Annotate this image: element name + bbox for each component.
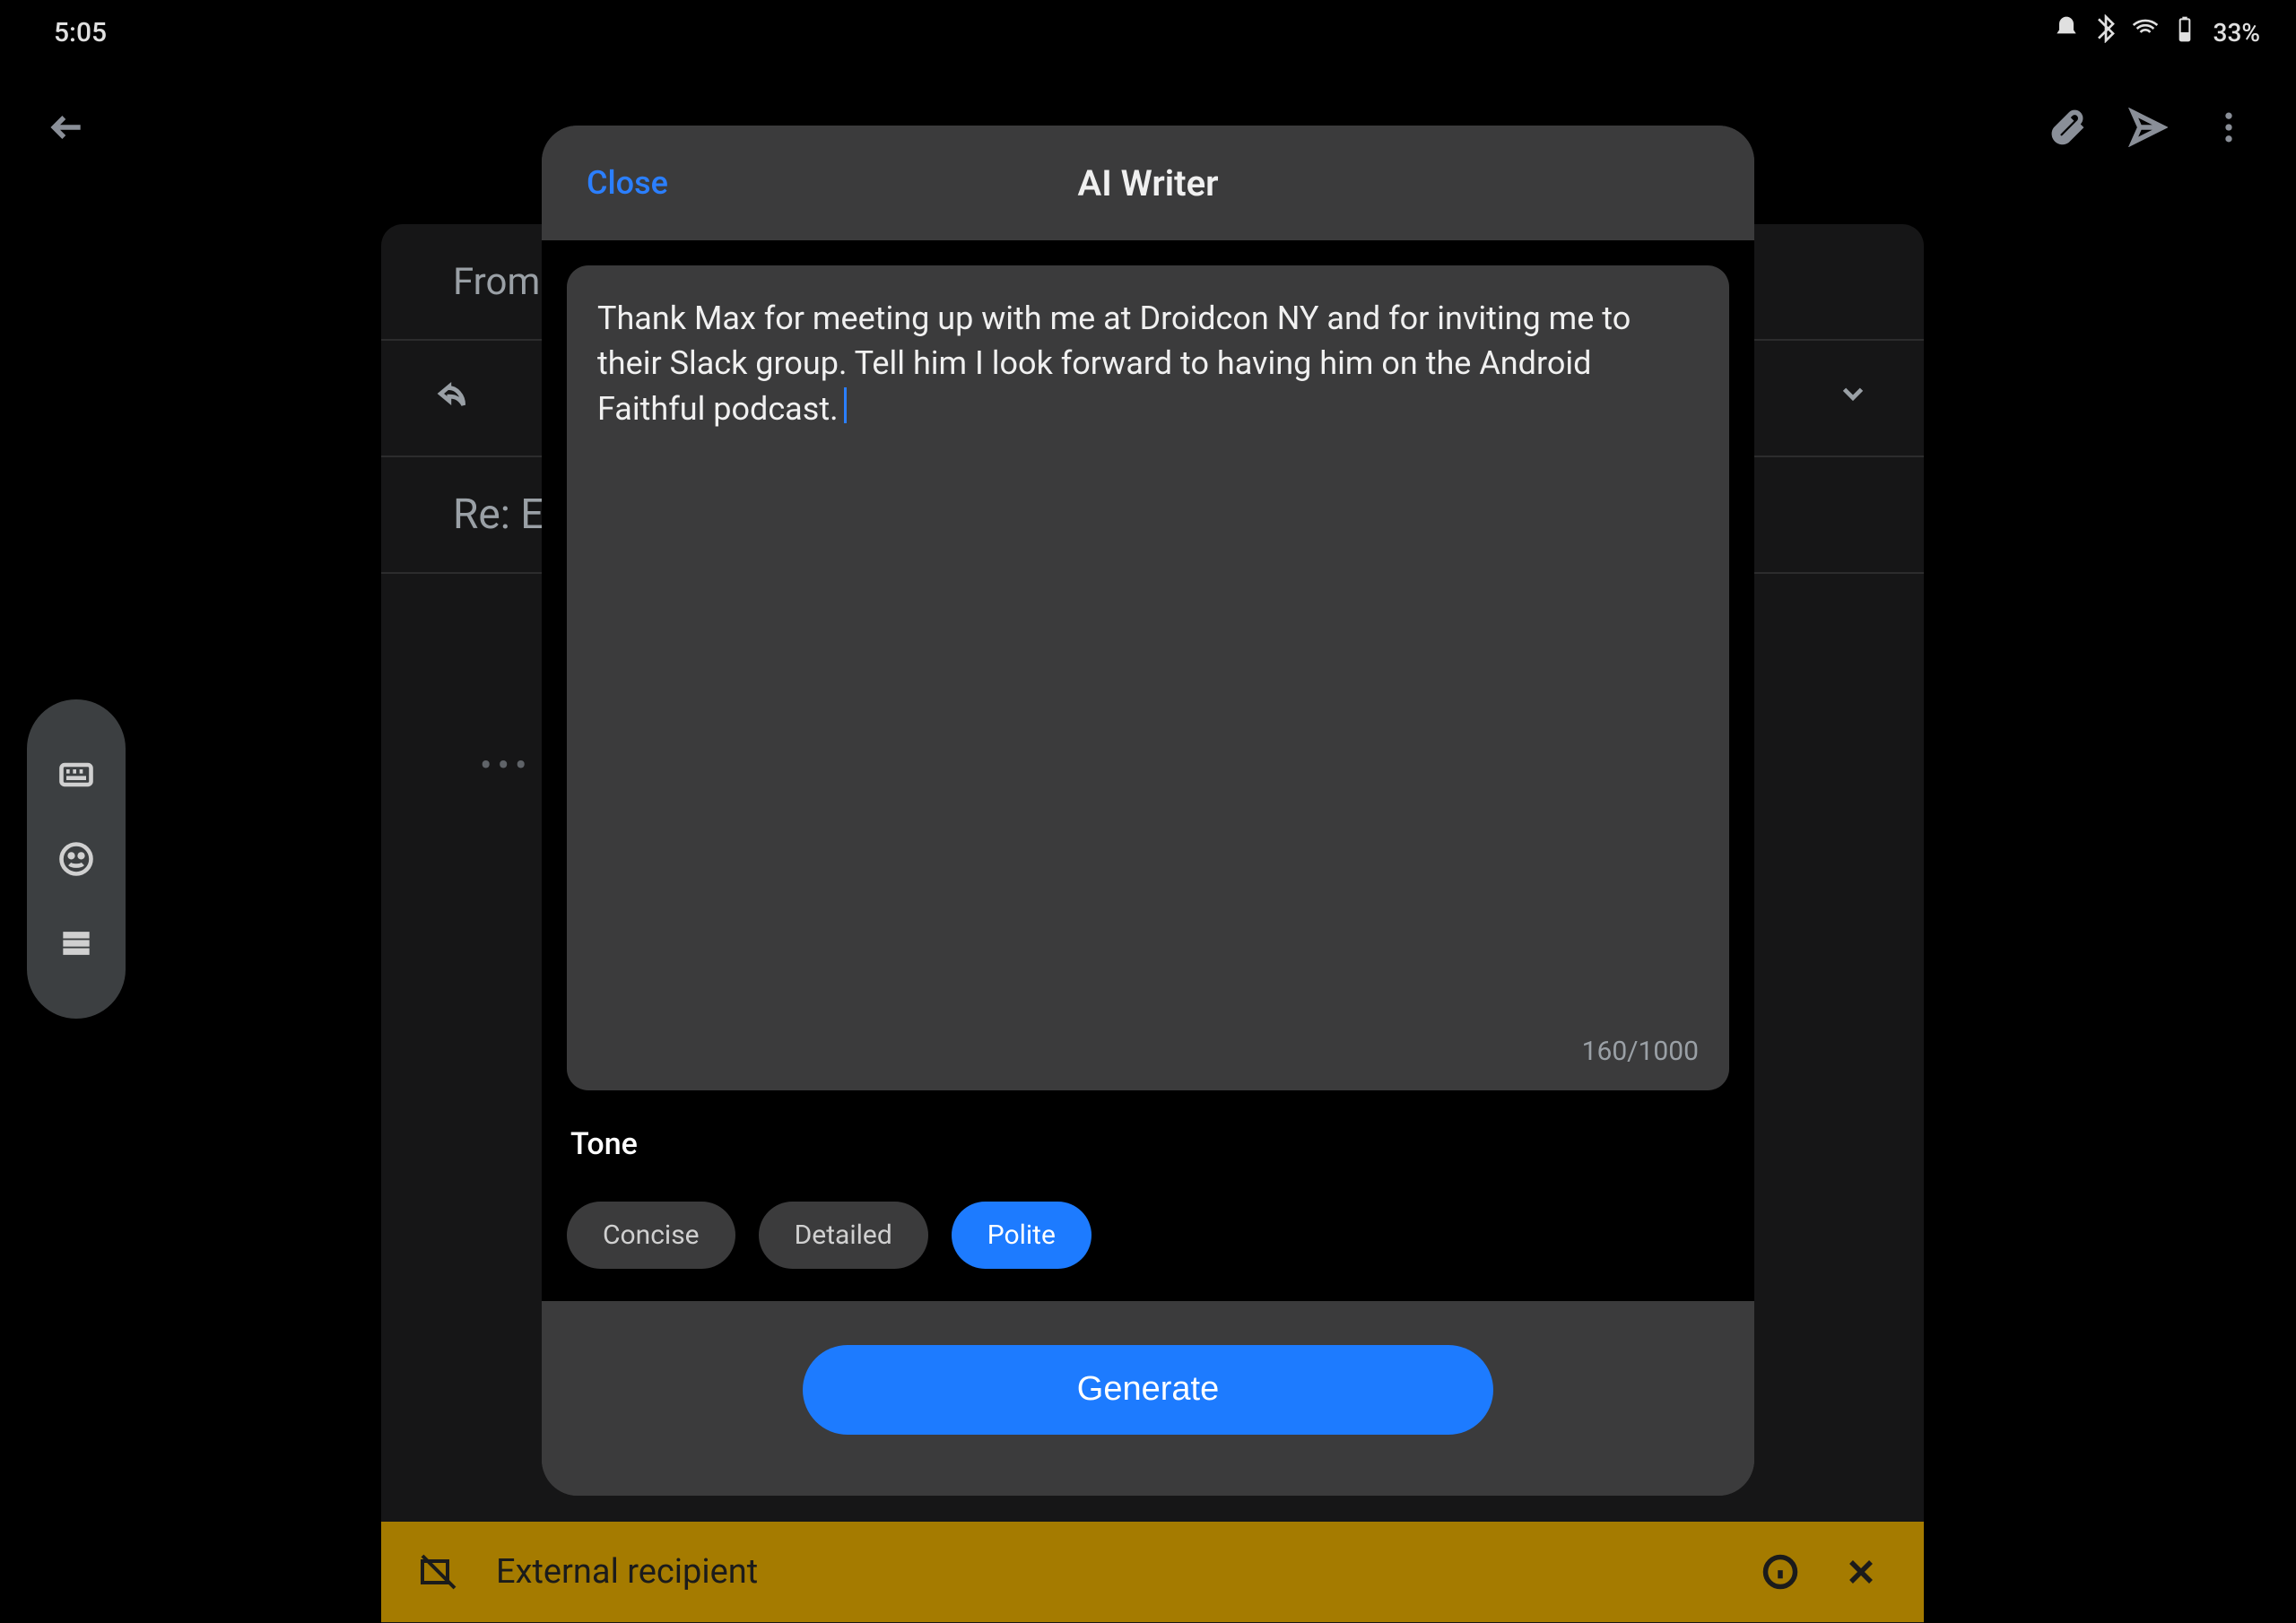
reply-icon bbox=[435, 377, 469, 421]
keyboard-toolbar-pill bbox=[27, 699, 126, 1019]
status-icons: 33% bbox=[2052, 14, 2260, 50]
text-cursor bbox=[844, 387, 847, 423]
back-button[interactable] bbox=[27, 87, 108, 168]
external-off-icon bbox=[417, 1550, 460, 1593]
info-icon bbox=[1761, 1552, 1800, 1592]
paperclip-icon bbox=[2048, 108, 2087, 147]
attach-button[interactable] bbox=[2027, 87, 2108, 168]
modal-body: Thank Max for meeting up with me at Droi… bbox=[542, 240, 1754, 1090]
more-vert-icon bbox=[2209, 108, 2248, 147]
wifi-icon bbox=[2131, 14, 2160, 50]
generate-button[interactable]: Generate bbox=[803, 1345, 1493, 1435]
external-recipient-text: External recipient bbox=[496, 1552, 1718, 1592]
mute-icon bbox=[2052, 14, 2081, 50]
battery-text: 33% bbox=[2213, 18, 2260, 48]
tone-chip-detailed[interactable]: Detailed bbox=[759, 1202, 928, 1269]
keyboard-button[interactable] bbox=[49, 748, 103, 802]
bluetooth-icon bbox=[2092, 14, 2120, 50]
prompt-text: Thank Max for meeting up with me at Droi… bbox=[597, 299, 1639, 428]
battery-icon bbox=[2170, 14, 2199, 50]
send-button[interactable] bbox=[2108, 87, 2188, 168]
arrow-left-icon bbox=[48, 108, 87, 147]
modal-header: Close AI Writer bbox=[542, 126, 1754, 240]
modal-footer: Generate bbox=[542, 1301, 1754, 1496]
emoji-button[interactable] bbox=[49, 832, 103, 886]
prompt-textarea[interactable]: Thank Max for meeting up with me at Droi… bbox=[567, 265, 1729, 1090]
status-time: 5:05 bbox=[54, 17, 107, 48]
subject-text: Re: E bbox=[453, 490, 544, 539]
external-recipient-bar: External recipient bbox=[381, 1522, 1924, 1622]
close-icon bbox=[1841, 1552, 1881, 1592]
external-info-button[interactable] bbox=[1753, 1545, 1807, 1599]
send-icon bbox=[2128, 108, 2168, 147]
tone-section: Tone Concise Detailed Polite bbox=[542, 1090, 1754, 1301]
menu-button[interactable] bbox=[49, 916, 103, 970]
tone-chip-polite[interactable]: Polite bbox=[952, 1202, 1091, 1269]
ai-writer-modal: Close AI Writer Thank Max for meeting up… bbox=[542, 126, 1754, 1496]
hamburger-icon bbox=[57, 924, 96, 963]
emoji-icon bbox=[57, 839, 96, 879]
keyboard-icon bbox=[57, 755, 96, 794]
expand-recipients[interactable] bbox=[1836, 377, 1870, 421]
status-bar: 5:05 33% bbox=[0, 0, 2296, 65]
close-button[interactable]: Close bbox=[587, 164, 668, 202]
tone-chip-concise[interactable]: Concise bbox=[567, 1202, 735, 1269]
external-dismiss-button[interactable] bbox=[1834, 1545, 1888, 1599]
tone-chips: Concise Detailed Polite bbox=[567, 1202, 1729, 1269]
tone-label: Tone bbox=[570, 1126, 1729, 1162]
from-label: From bbox=[453, 260, 540, 304]
more-button[interactable] bbox=[2188, 87, 2269, 168]
modal-title: AI Writer bbox=[542, 162, 1754, 204]
char-count: 160/1000 bbox=[1582, 1036, 1699, 1067]
chevron-down-icon bbox=[1836, 377, 1870, 411]
